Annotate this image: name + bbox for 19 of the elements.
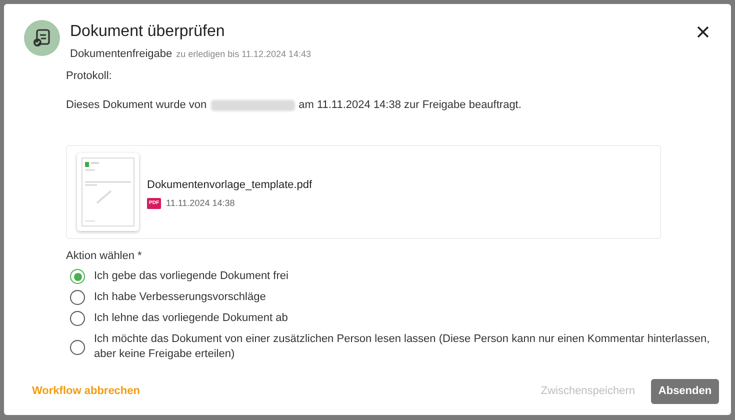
option-label[interactable]: Ich möchte das Dokument von einer zusätzlichen Person lesen lassen (Diese Person kann nur einen Kommentar hinterlassen, aber keine Freigabe erteilen) bbox=[94, 332, 727, 362]
radio-button[interactable] bbox=[70, 311, 85, 326]
protocol-label: Protokoll: bbox=[66, 68, 112, 84]
action-label: Aktion wählen * bbox=[66, 248, 142, 264]
radio-button[interactable] bbox=[70, 269, 85, 284]
option-label[interactable]: Ich lehne das vorliegende Dokument ab bbox=[94, 311, 288, 326]
radio-button[interactable] bbox=[70, 340, 85, 354]
protocol-text: Dieses Dokument wurde von bbox=[66, 98, 207, 113]
workflow-name: Dokumentenfreigabe bbox=[70, 47, 172, 62]
due-date: zu erledigen bis 11.12.2024 14:43 bbox=[176, 48, 312, 61]
file-name[interactable]: Dokumentenvorlage_template.pdf bbox=[147, 177, 312, 194]
file-date: 11.11.2024 14:38 bbox=[166, 196, 235, 210]
document-check-icon bbox=[24, 20, 60, 56]
option-label[interactable]: Ich gebe das vorliegende Dokument frei bbox=[94, 269, 288, 284]
option-label[interactable]: Ich habe Verbesserungsvorschläge bbox=[94, 290, 266, 305]
submit-button[interactable]: Absenden bbox=[651, 379, 719, 404]
radio-button[interactable] bbox=[70, 290, 85, 305]
protocol-text: am 11.11.2024 14:38 zur Freigabe beauftragt. bbox=[298, 98, 522, 113]
dialog-title: Dokument überprüfen bbox=[70, 22, 225, 42]
